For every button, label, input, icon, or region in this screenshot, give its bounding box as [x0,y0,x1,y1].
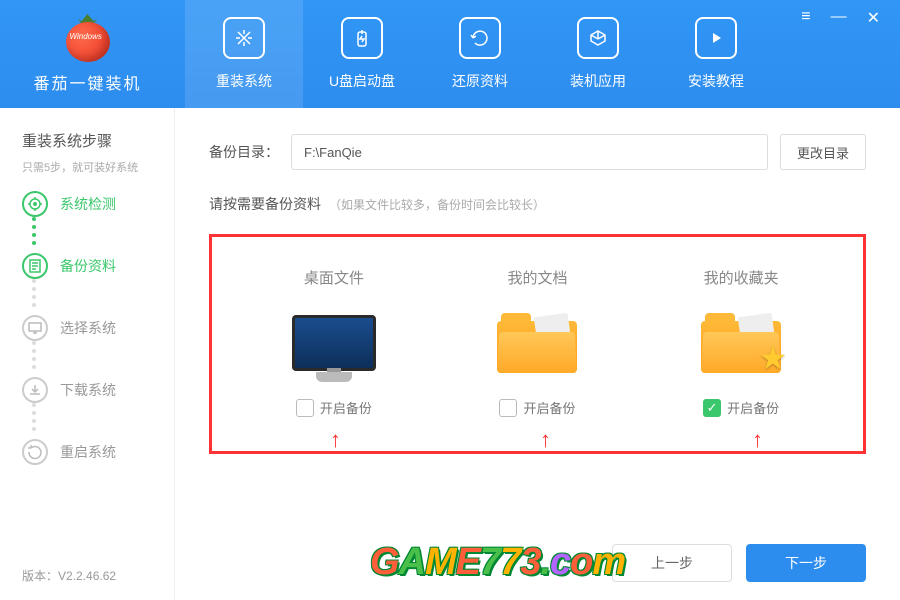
minimize-icon[interactable]: — [831,8,847,28]
sidebar: 重装系统步骤 只需5步，就可装好系统 系统检测 备份资料 选择系统 下载系统 [0,108,175,600]
sidebar-subtitle: 只需5步，就可装好系统 [22,159,174,175]
annotation-arrow-icon: ↑ [540,427,551,453]
version-label: 版本：V2.2.46.62 [22,567,116,584]
nav: 重装系统 U盘启动盘 还原资料 装机应用 安装教程 [185,0,775,108]
backup-box: 桌面文件 开启备份 我的文档 开启备份 我的收藏夹 ★ ✓开启备份 ↑ ↑ ↑ [209,234,866,454]
app-name: 番茄一键装机 [33,70,141,94]
sidebar-title: 重装系统步骤 [22,130,174,151]
step-backup: 备份资料 [22,253,174,279]
restore-icon [459,17,501,59]
folder-star-icon: ★ [691,304,791,382]
restart-icon [22,439,48,465]
monitor-icon [284,304,384,382]
step-download: 下载系统 [22,377,174,403]
hint: 请按需要备份资料（如果文件比较多，备份时间会比较长） [209,194,866,214]
reinstall-icon [223,17,265,59]
checkbox-desktop[interactable] [296,399,314,417]
nav-apps[interactable]: 装机应用 [539,0,657,108]
nav-tutorial[interactable]: 安装教程 [657,0,775,108]
nav-reinstall[interactable]: 重装系统 [185,0,303,108]
backup-desktop: 桌面文件 开启备份 [254,267,414,417]
download-icon [22,377,48,403]
watermark: GAME773.com [370,541,625,584]
detect-icon [22,191,48,217]
checkbox-documents[interactable] [499,399,517,417]
footer-buttons: 上一步 下一步 [612,544,866,582]
folder-icon [487,304,587,382]
backup-documents: 我的文档 开启备份 [457,267,617,417]
close-icon[interactable]: ✕ [867,8,880,28]
main-panel: 备份目录： 更改目录 请按需要备份资料（如果文件比较多，备份时间会比较长） 桌面… [175,108,900,600]
dir-input[interactable] [291,134,768,170]
backup-favorites: 我的收藏夹 ★ ✓开启备份 [661,267,821,417]
backup-icon [22,253,48,279]
select-icon [22,315,48,341]
apps-icon [577,17,619,59]
checkbox-favorites[interactable]: ✓ [703,399,721,417]
nav-restore[interactable]: 还原资料 [421,0,539,108]
annotation-arrow-icon: ↑ [330,427,341,453]
play-icon [695,17,737,59]
nav-usb[interactable]: U盘启动盘 [303,0,421,108]
next-button[interactable]: 下一步 [746,544,866,582]
tomato-logo-icon: Windows [64,14,112,62]
step-detect: 系统检测 [22,191,174,217]
annotation-arrow-icon: ↑ [752,427,763,453]
step-select: 选择系统 [22,315,174,341]
logo-area: Windows 番茄一键装机 [0,14,175,94]
prev-button[interactable]: 上一步 [612,544,732,582]
dir-label: 备份目录： [209,142,279,162]
usb-icon [341,17,383,59]
menu-icon[interactable]: ≡ [801,8,810,28]
header: Windows 番茄一键装机 重装系统 U盘启动盘 还原资料 装机应用 安装教程… [0,0,900,108]
window-controls: ≡ — ✕ [801,8,880,28]
step-restart: 重启系统 [22,439,174,465]
change-dir-button[interactable]: 更改目录 [780,134,866,170]
